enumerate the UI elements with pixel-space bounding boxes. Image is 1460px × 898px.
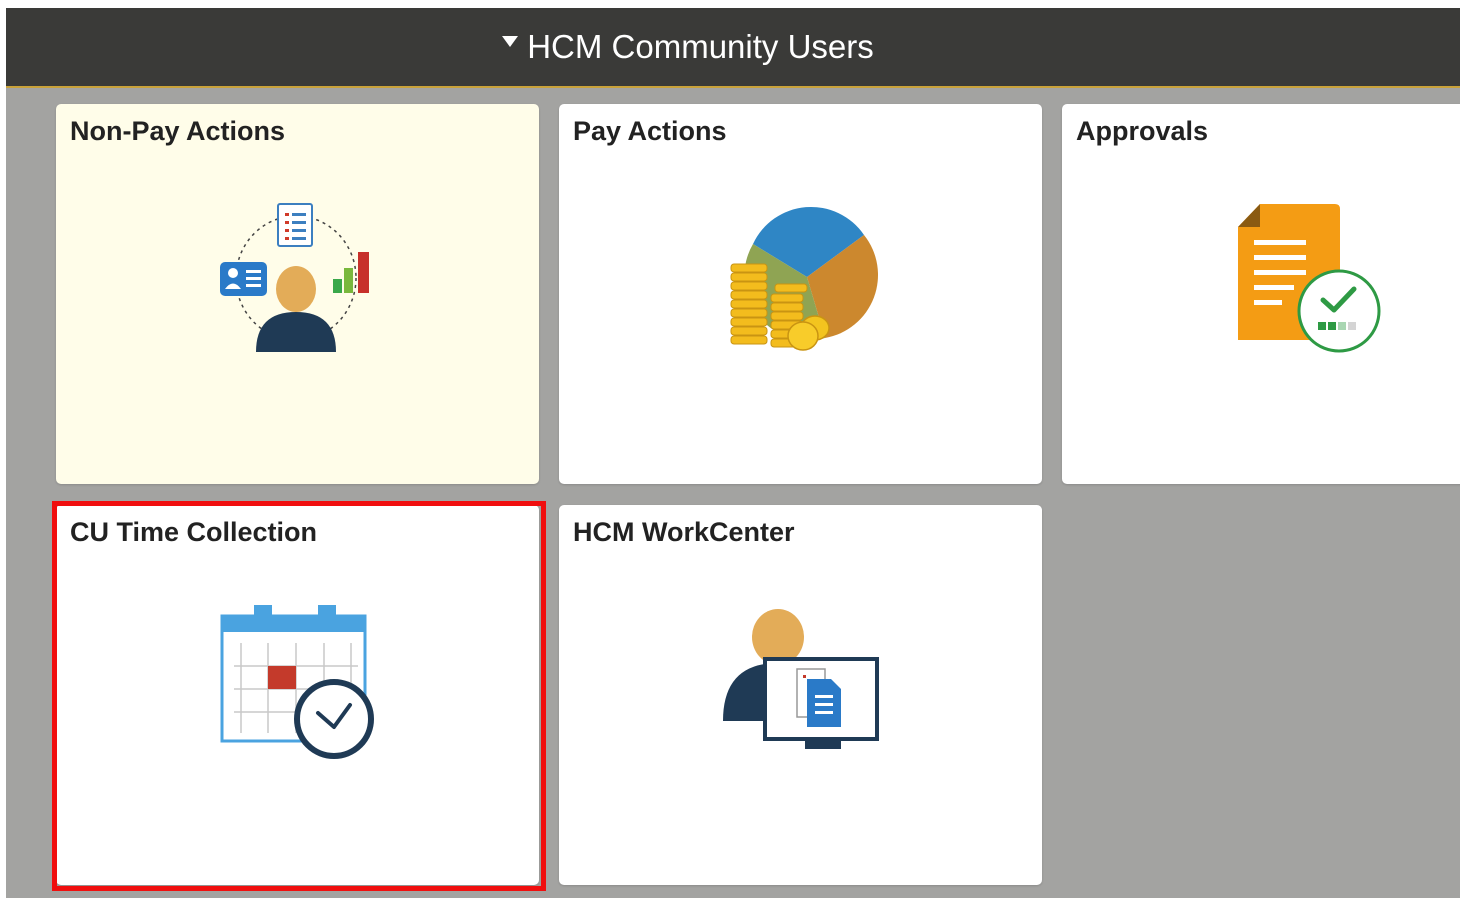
caret-down-icon: [502, 35, 519, 47]
homepage-title: HCM Community Users: [527, 28, 874, 65]
calendar-clock-icon: [220, 605, 374, 759]
tile-title: Non-Pay Actions: [70, 116, 286, 146]
tile-title: Pay Actions: [573, 116, 727, 146]
tile-title: CU Time Collection: [70, 517, 318, 547]
person-monitor-icon: [723, 609, 879, 749]
homepage-selector[interactable]: HCM Community Users: [6, 8, 1460, 88]
tile-approvals[interactable]: Approvals: [1062, 104, 1460, 484]
tile-cu-time-collection[interactable]: CU Time Collection: [56, 505, 539, 885]
homepage: HCM Community Users Non-Pay Actions Pay …: [6, 8, 1460, 898]
document-approval-icon: [1238, 204, 1381, 353]
employee-actions-icon: [220, 203, 369, 352]
tile-title: HCM WorkCenter: [573, 517, 795, 547]
pie-chart-coins-icon: [730, 206, 879, 351]
homepage-selector-label: HCM Community Users: [502, 28, 874, 66]
tile-pay-actions[interactable]: Pay Actions: [559, 104, 1042, 484]
tile-non-pay-actions[interactable]: Non-Pay Actions: [56, 104, 539, 484]
tile-hcm-workcenter[interactable]: HCM WorkCenter: [559, 505, 1042, 885]
tile-title: Approvals: [1076, 116, 1209, 146]
